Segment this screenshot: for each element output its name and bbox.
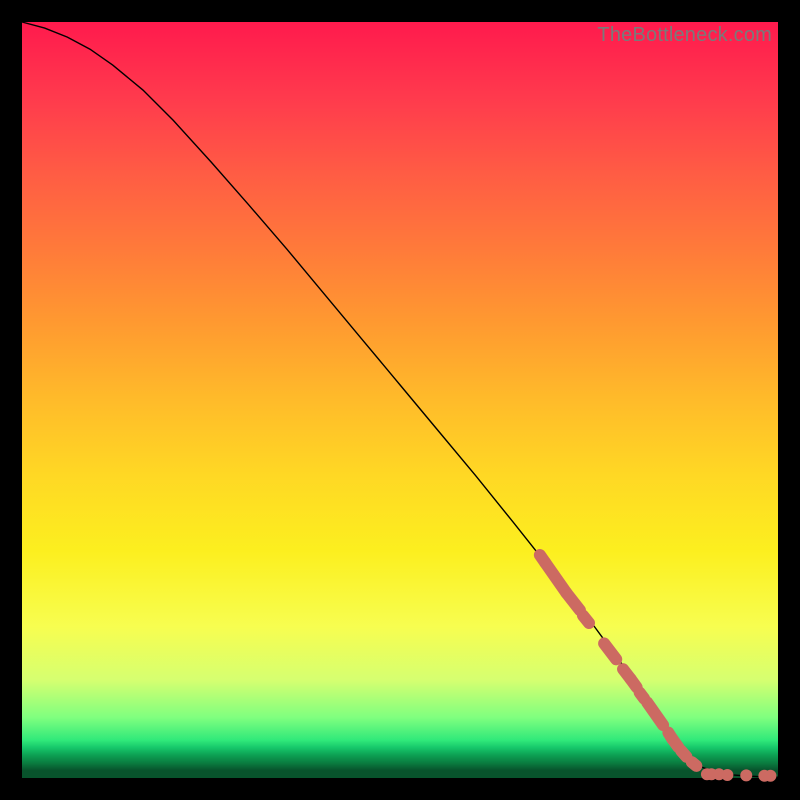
marker-segment — [604, 643, 616, 659]
chart-overlay — [22, 22, 778, 778]
marker-segment — [672, 739, 678, 747]
marker-segment — [631, 679, 637, 687]
marker-segment — [647, 702, 663, 725]
chart-curve — [22, 22, 778, 777]
marker-segments — [540, 555, 696, 766]
marker-segment — [583, 615, 589, 623]
marker-point — [764, 770, 776, 782]
chart-stage: TheBottleneck.com — [0, 0, 800, 800]
marker-segment — [692, 762, 697, 766]
marker-point — [721, 769, 733, 781]
plot-area: TheBottleneck.com — [22, 22, 778, 778]
marker-point — [740, 769, 752, 781]
marker-segment — [681, 751, 686, 757]
marker-segment — [566, 593, 580, 610]
